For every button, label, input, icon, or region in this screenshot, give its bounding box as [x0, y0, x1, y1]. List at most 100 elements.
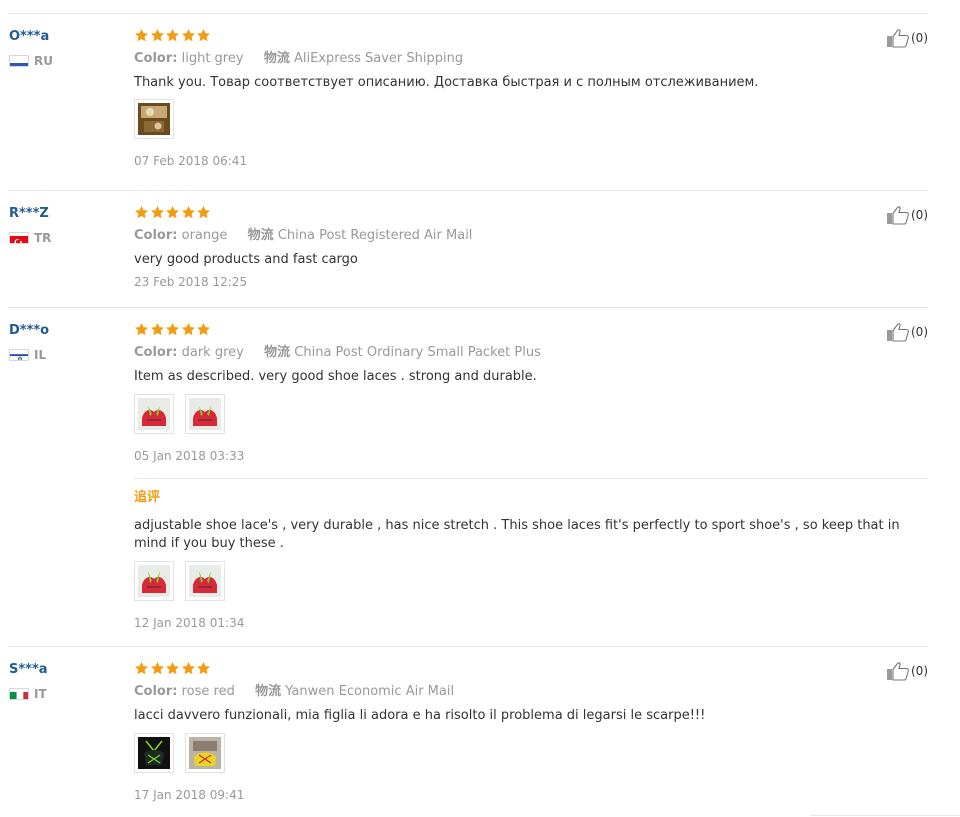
star-icon	[181, 28, 196, 43]
star-icon	[196, 205, 211, 220]
star-icon	[196, 661, 211, 676]
star-icon	[165, 661, 180, 676]
review-user: O***a RU	[9, 28, 53, 68]
color-label: Color:	[134, 345, 178, 360]
review-text: very good products and fast cargo	[134, 252, 358, 267]
review-divider	[8, 190, 928, 191]
flag-it-icon	[9, 688, 29, 700]
logistics-label: 物流	[255, 684, 282, 699]
logistics-label: 物流	[264, 345, 291, 360]
helpful-button[interactable]: (0)	[886, 661, 928, 681]
review-photo[interactable]	[185, 394, 225, 434]
additional-review-divider	[134, 478, 928, 479]
review-meta: Color: light grey 物流 AliExpress Saver Sh…	[134, 51, 914, 67]
review-text: Item as described. very good shoe laces …	[134, 369, 537, 384]
bottom-divider	[810, 815, 960, 816]
review-text: lacci davvero funzionali, mia figlia li …	[134, 708, 706, 723]
reviewer-country: TR	[9, 231, 51, 245]
additional-review-date: 12 Jan 2018 01:34	[134, 616, 245, 630]
color-label: Color:	[134, 228, 178, 243]
review-user: S***a IT	[9, 661, 48, 701]
review-photos	[134, 394, 914, 434]
color-value: light grey	[181, 51, 244, 66]
review-photo[interactable]	[185, 733, 225, 773]
review-date: 23 Feb 2018 12:25	[134, 275, 248, 289]
logistics-value: AliExpress Saver Shipping	[294, 51, 464, 66]
review-content: Color: rose red 物流 Yanwen Economic Air M…	[134, 661, 914, 803]
logistics-value: China Post Registered Air Mail	[277, 228, 473, 243]
country-code: IT	[34, 687, 47, 701]
review-content: Color: dark grey 物流 China Post Ordinary …	[134, 322, 914, 464]
review-photo[interactable]	[134, 561, 174, 601]
star-icon	[181, 322, 196, 337]
star-icon	[165, 205, 180, 220]
logistics-label: 物流	[263, 51, 290, 66]
color-value: orange	[181, 228, 228, 243]
reviewer-name[interactable]: S***a	[9, 661, 48, 679]
star-icon	[181, 205, 196, 220]
reviewer-country: IT	[9, 687, 48, 701]
review-date: 17 Jan 2018 09:41	[134, 788, 245, 802]
review-photos	[134, 99, 914, 139]
logistics-label: 物流	[247, 228, 274, 243]
thumbs-up-icon	[886, 661, 910, 681]
star-icon	[134, 205, 149, 220]
star-icon	[134, 322, 149, 337]
review-photos	[134, 733, 914, 773]
star-icon	[196, 322, 211, 337]
thumbs-up-icon	[886, 322, 910, 342]
additional-review-content: 追评 adjustable shoe lace's , very durable…	[134, 490, 914, 631]
review-meta: Color: dark grey 物流 China Post Ordinary …	[134, 345, 914, 361]
review-divider	[8, 646, 928, 647]
review-divider	[8, 307, 928, 308]
review-photo[interactable]	[134, 394, 174, 434]
helpful-button[interactable]: (0)	[886, 205, 928, 225]
star-icon	[181, 661, 196, 676]
color-label: Color:	[134, 51, 178, 66]
reviewer-name[interactable]: O***a	[9, 28, 53, 46]
helpful-count: (0)	[911, 325, 928, 339]
star-icon	[134, 661, 149, 676]
flag-il-icon	[9, 349, 29, 361]
reviewer-name[interactable]: D***o	[9, 322, 49, 340]
helpful-count: (0)	[911, 664, 928, 678]
helpful-button[interactable]: (0)	[886, 28, 928, 48]
review-photo[interactable]	[185, 561, 225, 601]
country-code: TR	[34, 231, 52, 245]
star-rating	[134, 661, 914, 677]
additional-review-text: adjustable shoe lace's , very durable , …	[134, 518, 900, 551]
review-user: D***o IL	[9, 322, 49, 362]
thumbs-up-icon	[886, 28, 910, 48]
star-icon	[196, 28, 211, 43]
star-icon	[165, 28, 180, 43]
helpful-button[interactable]: (0)	[886, 322, 928, 342]
star-icon	[150, 28, 165, 43]
additional-review-photos	[134, 561, 914, 601]
review-user: R***Z TR	[9, 205, 51, 245]
logistics-value: Yanwen Economic Air Mail	[285, 684, 455, 699]
review-photo[interactable]	[134, 733, 174, 773]
review-date: 07 Feb 2018 06:41	[134, 154, 248, 168]
star-icon	[165, 322, 180, 337]
review-photo[interactable]	[134, 99, 174, 139]
country-code: RU	[34, 54, 53, 68]
star-icon	[150, 661, 165, 676]
country-code: IL	[34, 348, 47, 362]
star-rating	[134, 322, 914, 338]
star-icon	[150, 205, 165, 220]
additional-review-label: 追评	[134, 490, 161, 505]
helpful-count: (0)	[911, 208, 928, 222]
review-content: Color: light grey 物流 AliExpress Saver Sh…	[134, 28, 914, 169]
top-divider	[8, 13, 928, 14]
color-value: dark grey	[181, 345, 244, 360]
star-rating	[134, 28, 914, 44]
review-text: Thank you. Товар соответствует описанию.…	[134, 75, 759, 90]
reviewer-name[interactable]: R***Z	[9, 205, 51, 223]
logistics-value: China Post Ordinary Small Packet Plus	[294, 345, 541, 360]
color-label: Color:	[134, 684, 178, 699]
color-value: rose red	[181, 684, 235, 699]
flag-ru-icon	[9, 55, 29, 67]
star-rating	[134, 205, 914, 221]
star-icon	[150, 322, 165, 337]
review-meta: Color: rose red 物流 Yanwen Economic Air M…	[134, 684, 914, 700]
